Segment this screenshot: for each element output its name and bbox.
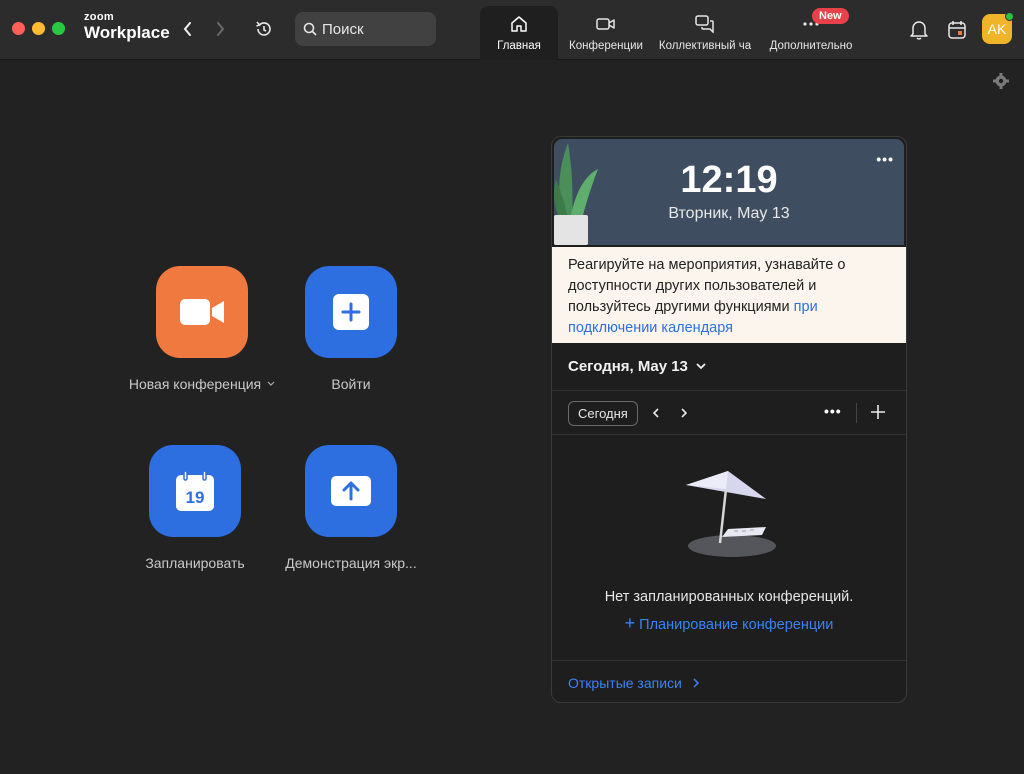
calendar-connect-notice: Реагируйте на мероприятия, узнавайте о д…	[552, 247, 906, 343]
clock-time: 12:19	[680, 159, 778, 201]
empty-meetings-area: Нет запланированных конференций. + Планир…	[552, 435, 906, 661]
chat-icon	[695, 15, 714, 33]
new-badge: New	[812, 8, 849, 24]
zoom-workplace-logo: zoom Workplace	[84, 11, 170, 42]
tab-team-chat-label: Коллективный ча	[658, 40, 752, 52]
empty-meetings-text: Нет запланированных конференций.	[604, 589, 854, 605]
beach-umbrella-illustration	[686, 471, 776, 557]
video-camera-icon	[180, 299, 224, 325]
chevron-right-icon	[693, 678, 699, 688]
chevron-right-icon	[217, 22, 225, 36]
schedule-meeting-link[interactable]: + Планирование конференции	[552, 613, 906, 634]
tab-team-chat[interactable]: Коллективный ча	[656, 6, 754, 60]
calendar-icon	[948, 21, 966, 39]
previous-day-button[interactable]	[650, 404, 662, 422]
logo-workplace-text: Workplace	[84, 23, 170, 42]
chevron-right-icon	[681, 408, 688, 418]
notifications-button[interactable]	[909, 19, 929, 41]
add-event-button[interactable]	[870, 402, 886, 422]
open-records-link[interactable]: Открытые записи	[568, 675, 700, 691]
next-day-button[interactable]	[678, 404, 690, 422]
calendar-more-button[interactable]: •••	[824, 403, 842, 419]
logo-zoom-text: zoom	[84, 11, 114, 23]
tab-more-label: Дополнительно	[769, 40, 853, 52]
minimize-window-button[interactable]	[32, 22, 45, 35]
new-meeting-action: Новая конференция	[120, 266, 284, 392]
calendar-toolbar: Сегодня •••	[552, 391, 906, 435]
back-button[interactable]	[178, 18, 198, 40]
today-date-selector[interactable]: Сегодня, May 13	[552, 343, 906, 391]
chevron-left-icon	[183, 22, 191, 36]
tab-meetings[interactable]: Конференции	[562, 6, 650, 60]
video-icon	[596, 18, 615, 30]
settings-button[interactable]	[992, 72, 1010, 90]
calendar-panel: 12:19 Вторник, May 13 ••• Реагируйте на …	[551, 136, 907, 703]
history-button[interactable]	[254, 19, 274, 39]
chevron-down-icon	[267, 381, 275, 386]
new-meeting-label: Новая конференция	[128, 376, 262, 392]
today-header: Сегодня, May 13	[568, 358, 688, 375]
home-icon	[511, 16, 527, 32]
gear-icon	[993, 73, 1009, 89]
search-input[interactable]	[322, 20, 422, 38]
search-box[interactable]	[295, 12, 436, 46]
share-screen-label: Демонстрация экр...	[285, 555, 417, 571]
new-meeting-label-row[interactable]: Новая конференция	[129, 376, 275, 392]
title-bar: zoom Workplace Главная Конференции Ко	[0, 0, 1024, 60]
schedule-button[interactable]: 19	[149, 445, 241, 537]
tab-home-label: Главная	[497, 40, 541, 52]
maximize-window-button[interactable]	[52, 22, 65, 35]
calendar-day-number: 19	[186, 488, 205, 507]
history-clock-icon	[256, 21, 271, 36]
today-button[interactable]: Сегодня	[568, 401, 638, 426]
schedule-meeting-label: Планирование конференции	[639, 617, 834, 633]
chevron-down-icon	[696, 363, 706, 370]
tab-home[interactable]: Главная	[480, 6, 558, 60]
forward-button[interactable]	[210, 18, 230, 40]
join-button[interactable]	[305, 266, 397, 358]
share-screen-action: Демонстрация экр...	[276, 445, 426, 571]
share-up-arrow-icon	[331, 476, 371, 506]
clock-date: Вторник, May 13	[668, 205, 790, 222]
new-meeting-button[interactable]	[156, 266, 248, 358]
online-status-dot	[1005, 12, 1014, 21]
bell-icon	[910, 21, 928, 40]
schedule-label: Запланировать	[145, 555, 245, 571]
close-window-button[interactable]	[12, 22, 25, 35]
open-records-label: Открытые записи	[568, 675, 682, 691]
search-icon	[303, 22, 317, 36]
join-action: Войти	[290, 266, 412, 392]
calendar-icon: 19	[176, 470, 214, 511]
tab-meetings-label: Конференции	[569, 40, 643, 52]
clock-more-button[interactable]: •••	[876, 151, 894, 167]
plus-icon	[871, 405, 885, 419]
chevron-left-icon	[652, 408, 659, 418]
calendar-button[interactable]	[946, 19, 968, 41]
plus-icon: +	[624, 613, 636, 633]
clock-card: 12:19 Вторник, May 13 •••	[554, 139, 904, 245]
plus-icon	[333, 294, 369, 330]
share-screen-button[interactable]	[305, 445, 397, 537]
toolbar-divider	[856, 403, 857, 423]
schedule-action: 19 Запланировать	[120, 445, 270, 571]
join-label: Войти	[331, 376, 371, 392]
